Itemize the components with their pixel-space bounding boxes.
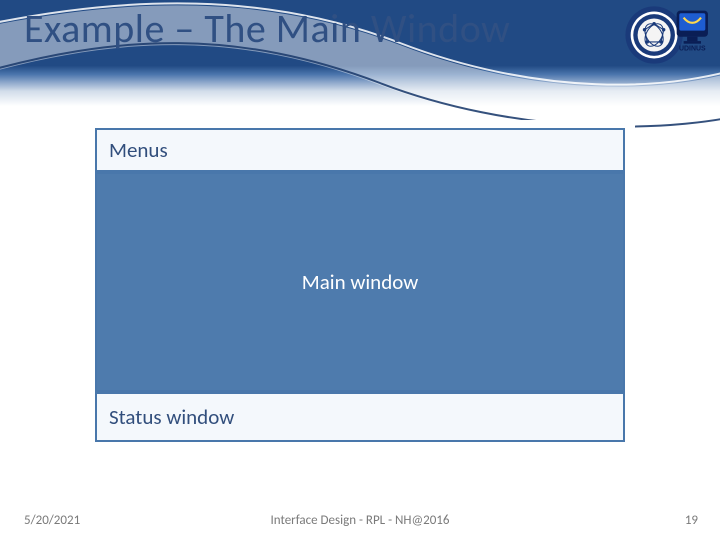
slide: Example – The Main Window bbox=[0, 0, 720, 540]
diagram-menus-label: Menus bbox=[109, 137, 168, 163]
logo-udinus: UDINUS bbox=[624, 2, 712, 68]
diagram-menus-region: Menus bbox=[95, 128, 625, 172]
diagram-status-window-region: Status window bbox=[95, 392, 625, 442]
svg-text:UDINUS: UDINUS bbox=[679, 46, 706, 53]
slide-title: Example – The Main Window bbox=[24, 0, 510, 58]
diagram-status-window-label: Status window bbox=[109, 404, 234, 430]
footer-page-number: 19 bbox=[685, 513, 698, 528]
diagram-main-window-label: Main window bbox=[302, 269, 419, 295]
footer-date: 5/20/2021 bbox=[24, 513, 80, 528]
diagram-main-window-region: Main window bbox=[95, 172, 625, 392]
slide-footer: 5/20/2021 Interface Design - RPL - NH@20… bbox=[0, 504, 720, 540]
window-layout-diagram: Menus Main window Status window bbox=[85, 120, 635, 450]
footer-center: Interface Design - RPL - NH@2016 bbox=[0, 513, 720, 528]
